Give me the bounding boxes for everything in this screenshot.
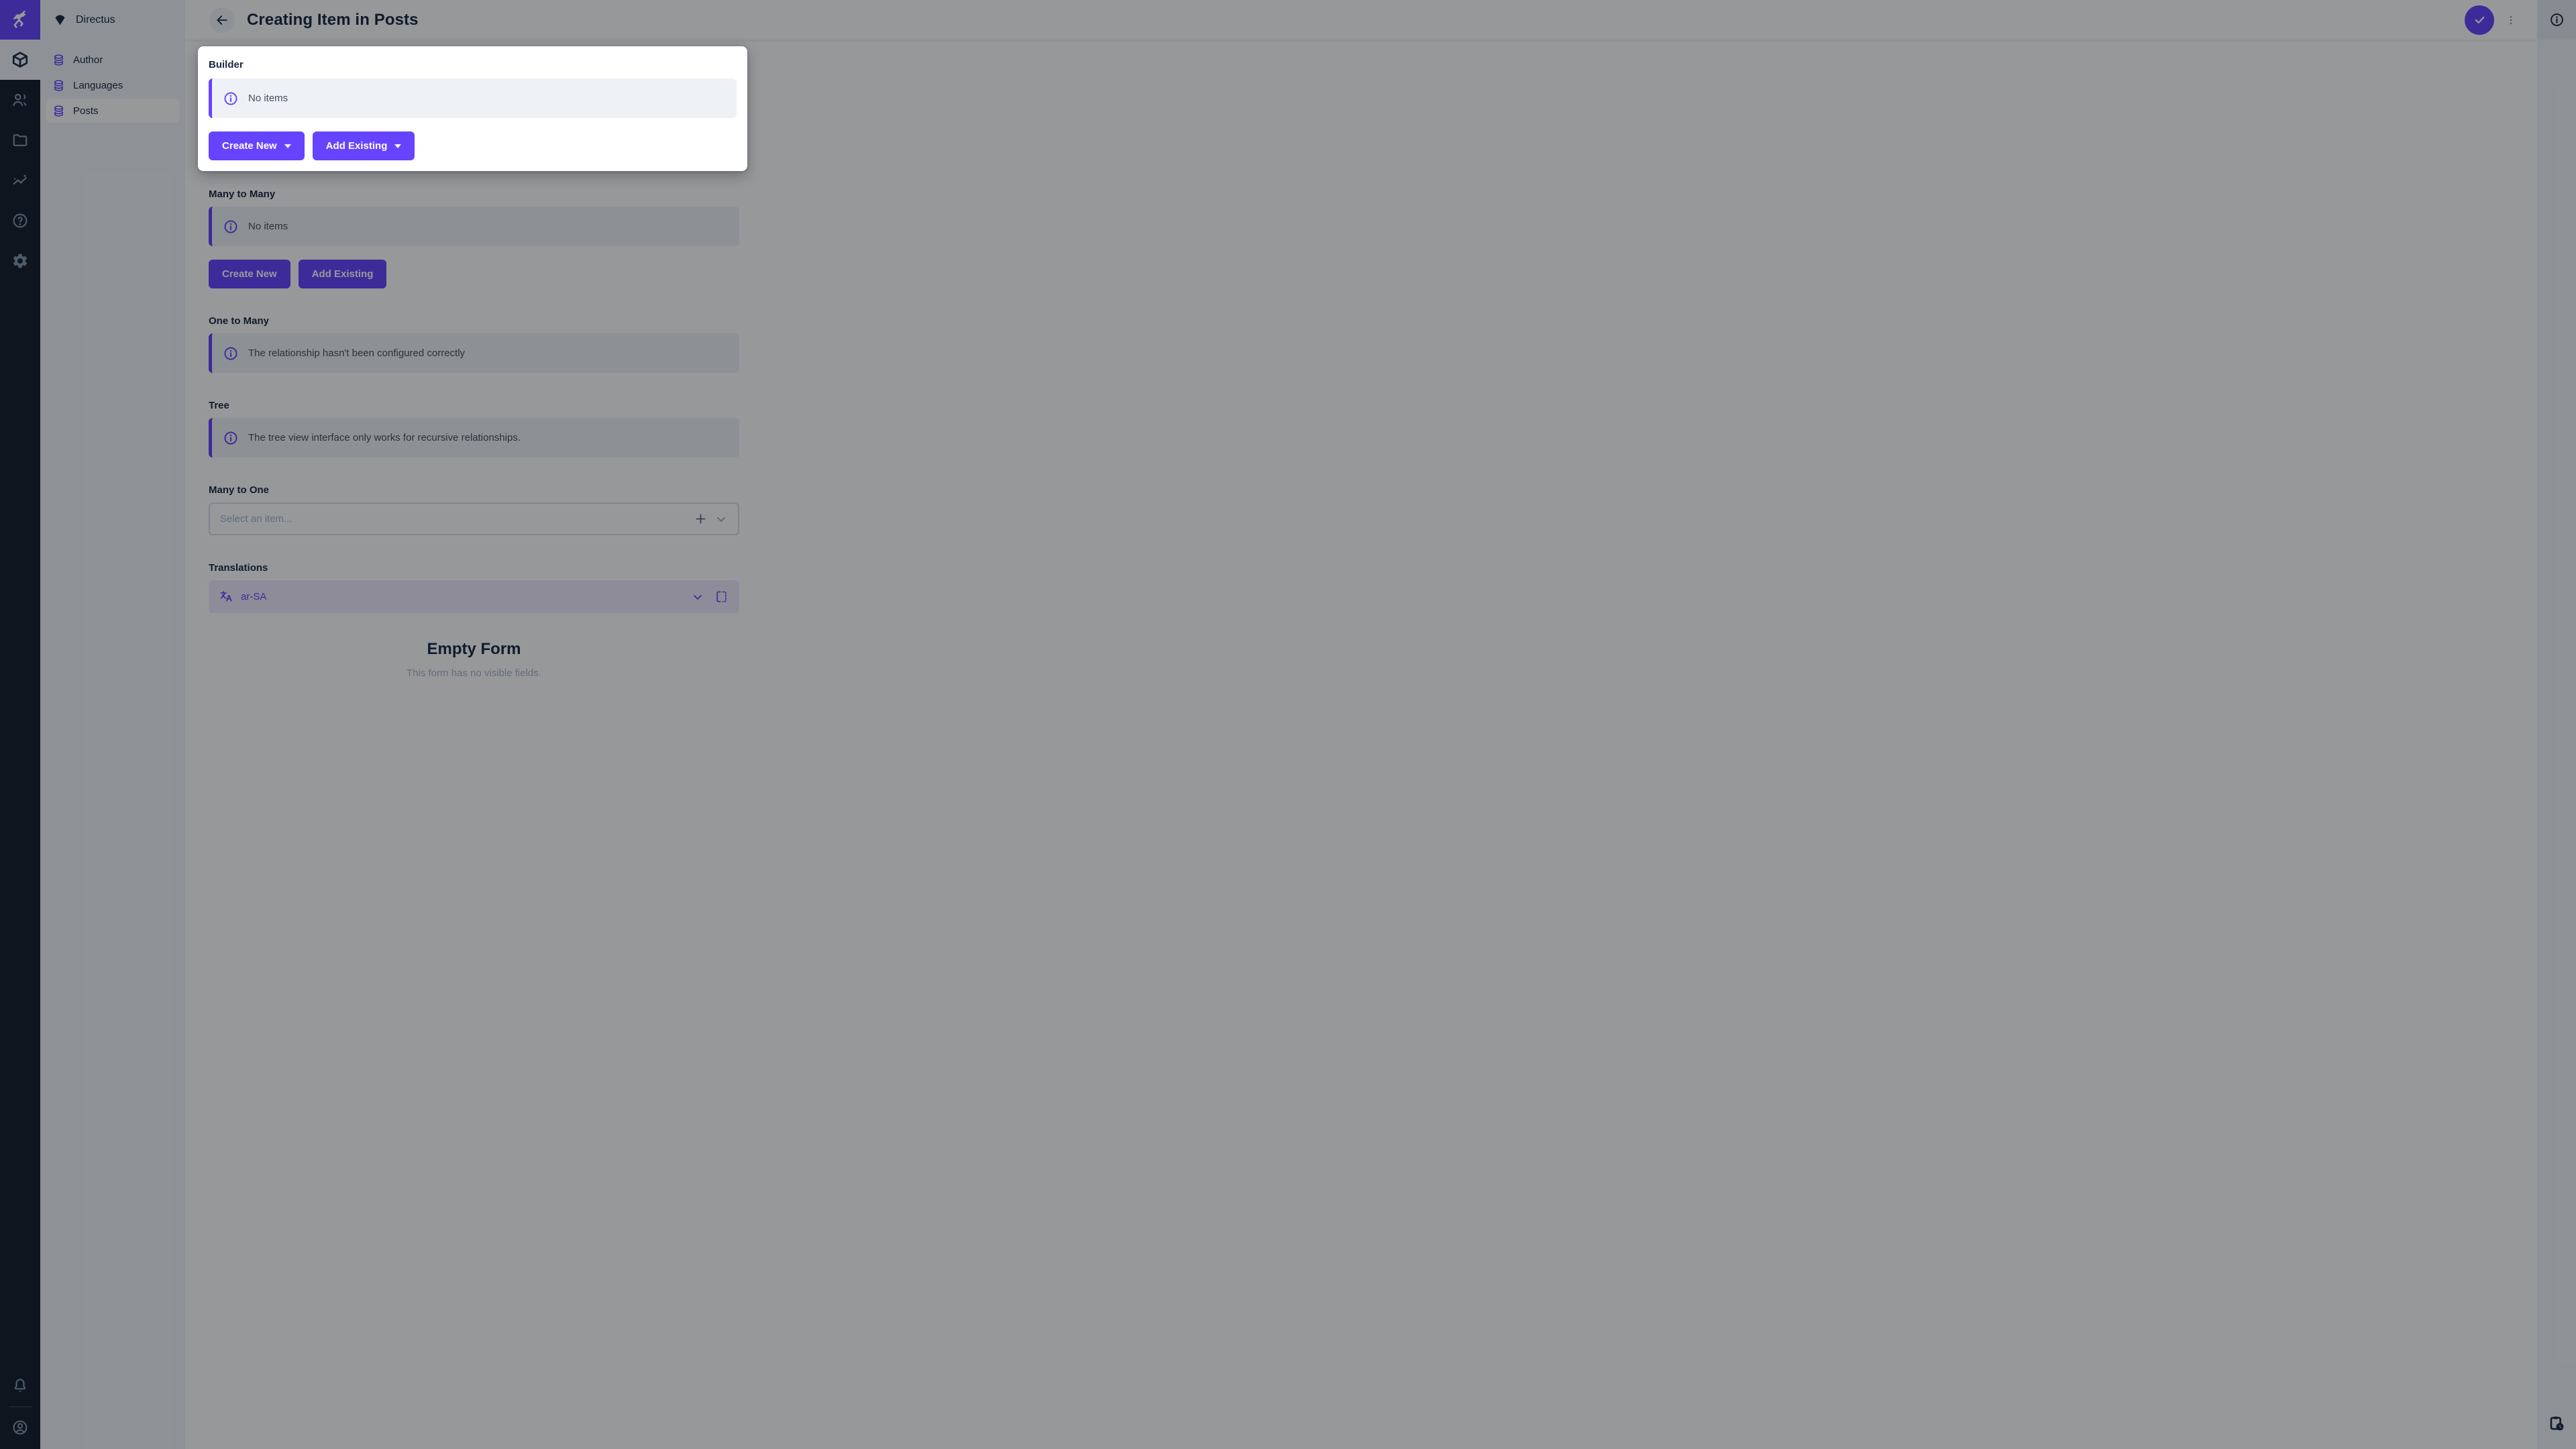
notice-text: No items (248, 93, 288, 104)
builder-notice: No items (209, 78, 737, 118)
dim-overlay (0, 0, 2576, 1449)
info-icon (223, 91, 238, 106)
builder-create-new-button[interactable]: Create New (209, 131, 305, 160)
builder-add-existing-button[interactable]: Add Existing (313, 131, 415, 160)
button-label: Add Existing (326, 140, 388, 152)
button-label: Create New (222, 140, 277, 152)
caret-down-icon (394, 144, 401, 148)
caret-down-icon (284, 144, 291, 148)
field-label-builder: Builder (209, 59, 737, 70)
builder-card: Builder No items Create New Add Existing (198, 46, 747, 171)
